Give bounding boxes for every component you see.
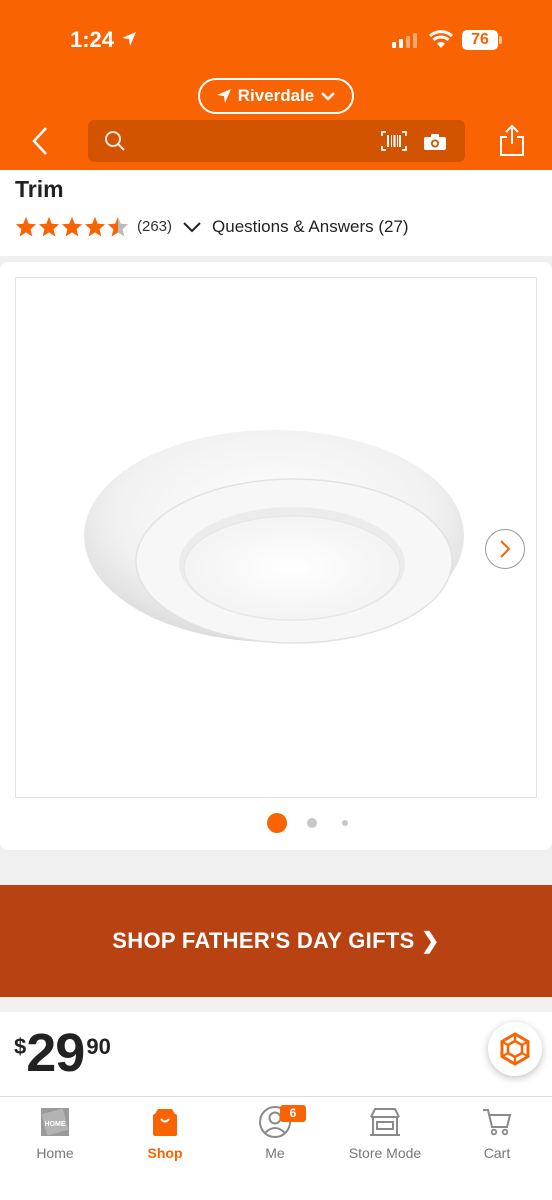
star-icon [61,216,83,237]
tab-me-label: Me [265,1145,285,1161]
share-icon[interactable] [498,124,526,158]
pagination-dot[interactable] [342,820,348,826]
store-icon [370,1108,400,1136]
review-count[interactable]: (263) [137,218,172,235]
star-icon [38,216,60,237]
product-image-led-disk-light [84,430,464,644]
search-input[interactable] [88,120,465,162]
pagination-dot[interactable] [307,818,317,828]
price-cents: 90 [86,1034,111,1059]
shop-bag-icon [153,1109,177,1136]
search-icon [105,131,125,151]
back-arrow-icon[interactable] [26,124,54,158]
wifi-icon [428,30,454,48]
tab-home[interactable]: HOME Home [0,1105,110,1161]
tab-cart-label: Cart [483,1145,511,1161]
tab-shop[interactable]: Shop [110,1105,220,1161]
next-image-button[interactable] [485,529,525,569]
chat-assistant-icon [500,1032,530,1066]
pagination-dot-active[interactable] [267,813,287,833]
navigation-arrow-icon [216,89,231,103]
notification-badge: 6 [280,1105,306,1122]
tab-store-mode-label: Store Mode [348,1145,422,1161]
fathers-day-promo-banner[interactable]: SHOP FATHER'S DAY GIFTS ❯ [0,885,552,997]
star-icon [15,216,37,237]
chevron-right-icon [500,540,511,558]
tab-shop-label: Shop [147,1145,183,1161]
store-location-label: Riverdale [237,86,315,105]
app-header: 1:24 76 Riverdale [0,0,552,170]
chevron-down-icon [321,92,336,101]
svg-text:HOME: HOME [45,1121,66,1128]
cart-icon [483,1109,512,1136]
home-depot-logo-icon: HOME [41,1108,69,1136]
questions-answers-link[interactable]: Questions & Answers (27) [212,217,409,237]
gallery-pagination [0,813,552,833]
star-icon [84,216,106,237]
product-title: Trim [15,176,64,202]
price-currency: $ [14,1034,27,1059]
store-location-selector[interactable]: Riverdale [198,78,354,114]
half-star-icon [107,216,129,237]
location-services-icon [122,32,136,46]
product-title-card [0,170,552,256]
star-rating[interactable] [15,216,129,237]
battery-indicator: 76 [462,30,498,50]
bottom-tab-bar: HOME Home Shop 6 Me Store Mode Cart [0,1096,552,1200]
battery-tip [499,36,502,44]
product-gallery [0,262,552,850]
camera-icon[interactable] [423,133,447,151]
chevron-down-icon[interactable] [182,221,202,233]
tab-me[interactable]: 6 Me [220,1105,330,1161]
product-image-frame[interactable] [15,277,537,798]
price-card: $ 29 90 [0,1012,552,1098]
tab-store-mode[interactable]: Store Mode [330,1105,440,1161]
cellular-signal-icon [392,33,417,48]
product-price: $ 29 90 [14,1026,111,1080]
price-dollars: 29 [26,1023,85,1083]
tab-cart[interactable]: Cart [442,1105,552,1161]
chat-assistant-button[interactable] [488,1022,542,1076]
tab-home-label: Home [36,1145,74,1161]
rating-row: (263) Questions & Answers (27) [15,216,409,237]
status-time: 1:24 [70,27,115,52]
barcode-scan-icon[interactable] [381,131,407,151]
